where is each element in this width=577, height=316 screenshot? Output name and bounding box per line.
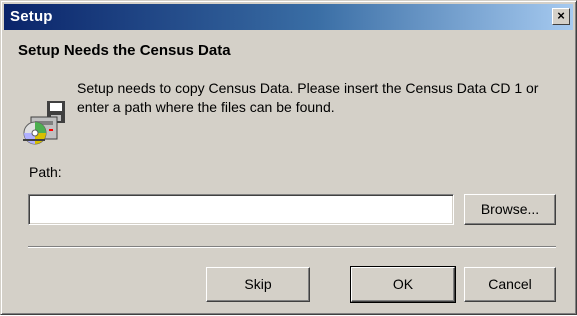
window-title: Setup bbox=[10, 8, 53, 25]
path-label: Path: bbox=[29, 164, 62, 180]
setup-disk-cd-icon bbox=[23, 99, 67, 149]
title-bar[interactable]: Setup × bbox=[4, 4, 573, 30]
skip-button[interactable]: Skip bbox=[206, 267, 310, 302]
cancel-button[interactable]: Cancel bbox=[464, 267, 556, 302]
dialog-heading: Setup Needs the Census Data bbox=[18, 42, 231, 59]
ok-button[interactable]: OK bbox=[351, 267, 455, 302]
close-icon: × bbox=[557, 8, 565, 23]
browse-button[interactable]: Browse... bbox=[464, 194, 556, 225]
path-input[interactable] bbox=[28, 194, 454, 225]
separator bbox=[28, 246, 556, 248]
setup-dialog: Setup × Setup Needs the Census Data Setu… bbox=[0, 0, 577, 315]
instruction-text: Setup needs to copy Census Data. Please … bbox=[77, 80, 539, 115]
close-button[interactable]: × bbox=[552, 8, 570, 25]
